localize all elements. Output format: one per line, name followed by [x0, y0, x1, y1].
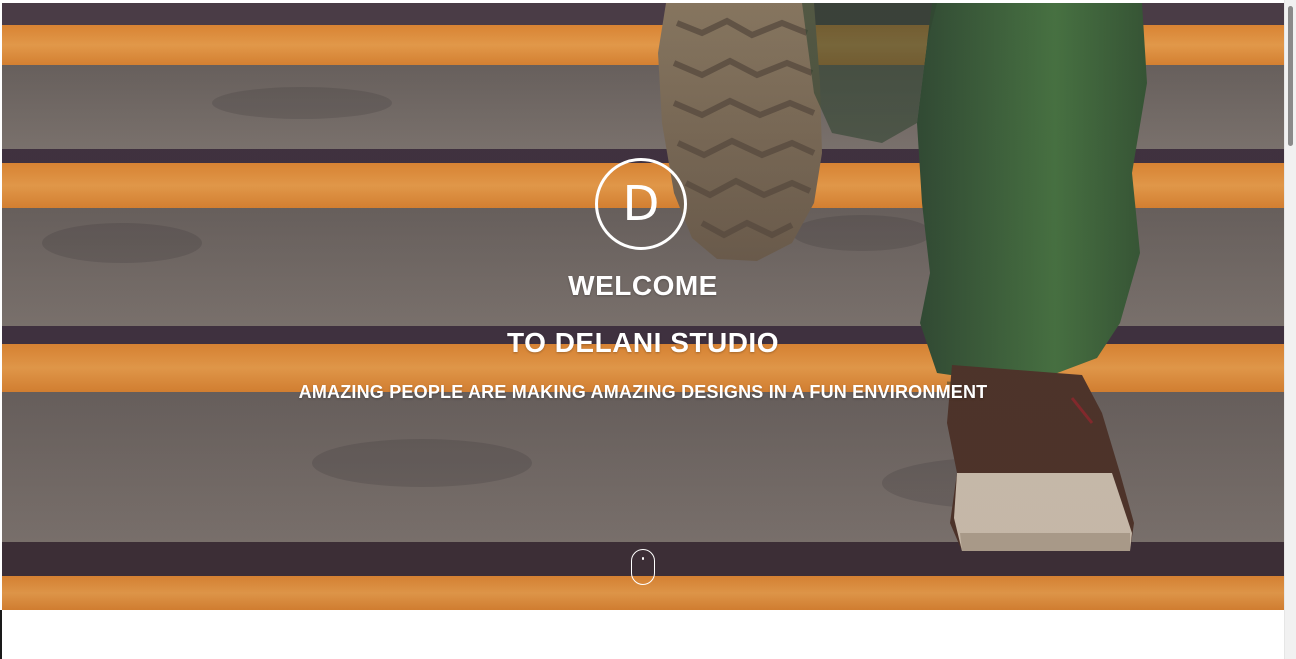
page: D WELCOME TO DELANI STUDIO AMAZING PEOPL… — [0, 0, 1296, 659]
hero-title: TO DELANI STUDIO — [507, 327, 779, 358]
hero-overlay — [2, 3, 1284, 610]
page-scrollbar[interactable] — [1284, 0, 1296, 659]
scrollbar-thumb[interactable] — [1288, 6, 1293, 146]
window-left-edge — [0, 610, 2, 659]
hero-section: D WELCOME TO DELANI STUDIO AMAZING PEOPL… — [2, 3, 1284, 610]
mouse-wheel — [642, 557, 644, 560]
brand-logo: D — [595, 158, 687, 250]
logo-letter: D — [622, 176, 660, 232]
next-section — [0, 610, 1284, 659]
hero-welcome-heading: WELCOME — [568, 270, 718, 301]
mouse-scroll-icon[interactable] — [631, 549, 655, 585]
hero-tagline: AMAZING PEOPLE ARE MAKING AMAZING DESIGN… — [298, 382, 988, 402]
